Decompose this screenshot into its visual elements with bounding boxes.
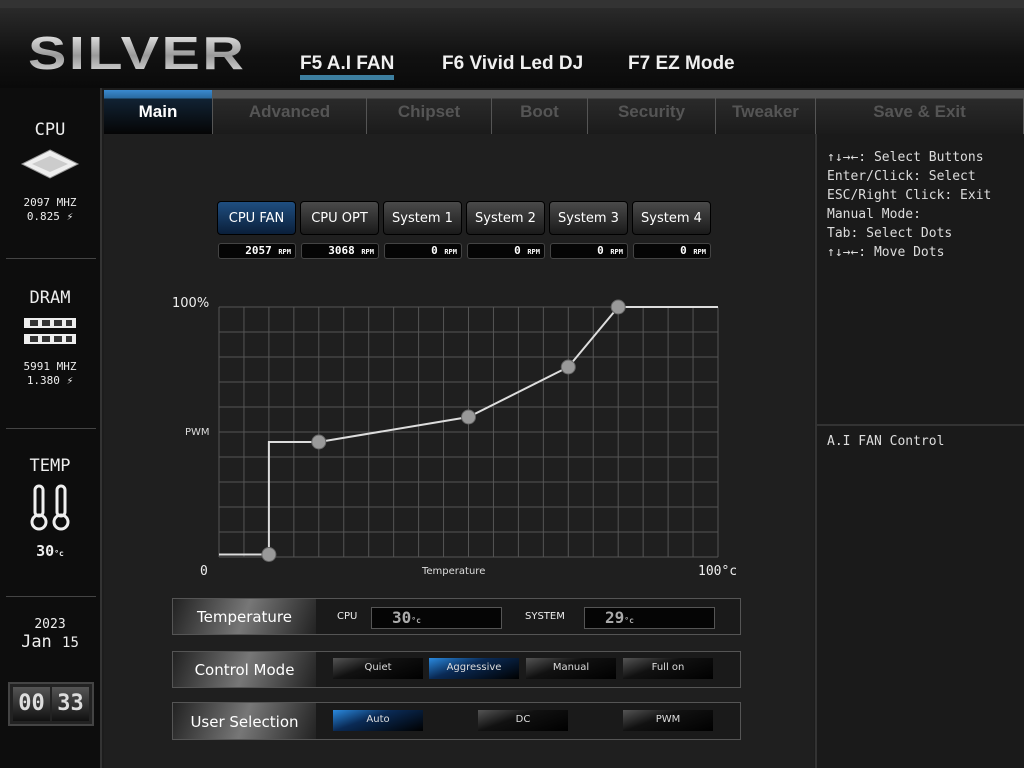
clock-minutes: 33 (52, 687, 89, 721)
item-description: A.I FAN Control (827, 434, 945, 449)
fan-button-cpu-opt[interactable]: CPU OPT (300, 201, 379, 235)
control-mode-label: Control Mode (173, 652, 316, 687)
temp-unit: °c (54, 549, 64, 558)
thermometer-icon (30, 484, 70, 531)
cpu-chip-icon (20, 149, 80, 179)
header: SILVER F5 A.I FAN F6 Vivid Led DJ F7 EZ … (0, 0, 1024, 88)
clock: 00 33 (8, 682, 94, 726)
tab-advanced[interactable]: Advanced (213, 90, 367, 134)
tab-security[interactable]: Security (588, 90, 716, 134)
control-mode-row: Control Mode Quiet Aggressive Manual Ful… (172, 651, 741, 688)
help-panel: ↑↓→←: Select Buttons Enter/Click: Select E… (815, 134, 1024, 768)
mode-aggressive-button[interactable]: Aggressive (429, 658, 519, 679)
user-selection-label: User Selection (173, 703, 316, 739)
f6-vivid-led-dj-link[interactable]: F6 Vivid Led DJ (442, 53, 583, 75)
cpu-title: CPU (34, 120, 66, 140)
ram-module-icon (24, 318, 76, 344)
dram-frequency: 5991 MHZ (23, 360, 77, 373)
system-temp-label: SYSTEM (525, 611, 565, 622)
mode-quiet-button[interactable]: Quiet (333, 658, 423, 679)
lightning-icon: ⚡ (66, 374, 74, 387)
fan-button-system-4[interactable]: System 4 (632, 201, 711, 235)
fan-rpm: 0 RPM (550, 243, 628, 259)
selection-dc-button[interactable]: DC (478, 710, 568, 731)
system-temp-display: 29°c (584, 607, 715, 629)
f5-ai-fan-link[interactable]: F5 A.I FAN (300, 53, 395, 80)
tab-save-exit[interactable]: Save & Exit (816, 90, 1024, 134)
fan-button-system-3[interactable]: System 3 (549, 201, 628, 235)
selection-auto-button[interactable]: Auto (333, 710, 423, 731)
date-month: Jan (21, 632, 52, 652)
dram-voltage: 1.380 (26, 374, 60, 387)
fan-button-cpu-fan[interactable]: CPU FAN (217, 201, 296, 235)
date-year: 2023 (34, 617, 66, 632)
dram-title: DRAM (29, 288, 71, 308)
cpu-voltage: 0.825 (26, 210, 60, 223)
fan-rpm: 0 RPM (467, 243, 545, 259)
date-day: 15 (62, 635, 79, 651)
fan-rpm: 0 RPM (384, 243, 462, 259)
cpu-temp-display: 30°c (371, 607, 502, 629)
fan-button-system-2[interactable]: System 2 (466, 201, 545, 235)
tab-bar: Main Advanced Chipset Boot Security Twea… (104, 90, 1024, 134)
lightning-icon: ⚡ (66, 210, 74, 223)
f7-ez-mode-link[interactable]: F7 EZ Mode (628, 53, 735, 75)
fan-rpm: 0 RPM (633, 243, 711, 259)
help-text: ↑↓→←: Select Buttons Enter/Click: Select E… (827, 150, 992, 260)
tab-boot[interactable]: Boot (492, 90, 588, 134)
cpu-frequency: 2097 MHZ (23, 196, 77, 209)
fan-rpm: 3068 RPM (301, 243, 379, 259)
cpu-temp-label: CPU (337, 611, 358, 622)
temperature-row: Temperature CPU 30°c SYSTEM 29°c (172, 598, 741, 635)
sidebar: CPU 2097 MHZ 0.825 ⚡ DRAM 5991 MHZ 1.380… (0, 88, 102, 768)
cpu-info: CPU 2097 MHZ 0.825 ⚡ (0, 120, 100, 224)
tab-main[interactable]: Main (104, 90, 213, 134)
temp-info: TEMP 30°c (0, 456, 100, 560)
mode-full-on-button[interactable]: Full on (623, 658, 713, 679)
tab-chipset[interactable]: Chipset (367, 90, 492, 134)
user-selection-row: User Selection Auto DC PWM (172, 702, 741, 740)
tab-tweaker[interactable]: Tweaker (716, 90, 816, 134)
temp-title: TEMP (29, 456, 71, 476)
selection-pwm-button[interactable]: PWM (623, 710, 713, 731)
temp-value: 30 (36, 542, 55, 560)
mode-manual-button[interactable]: Manual (526, 658, 616, 679)
temperature-label: Temperature (173, 599, 316, 634)
fan-rpm: 2057 RPM (218, 243, 296, 259)
dram-info: DRAM 5991 MHZ 1.380 ⚡ (0, 288, 100, 388)
fan-button-system-1[interactable]: System 1 (383, 201, 462, 235)
date-info: 2023 Jan 15 (0, 617, 100, 653)
clock-hours: 00 (13, 687, 50, 721)
silver-logo: SILVER (28, 27, 247, 79)
